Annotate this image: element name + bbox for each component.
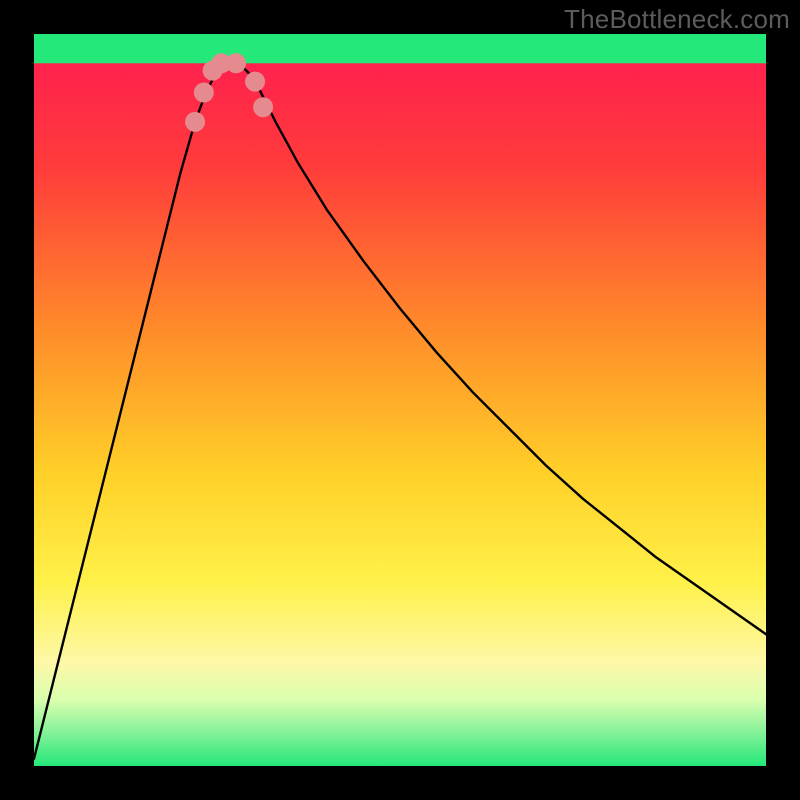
watermark-text: TheBottleneck.com: [564, 4, 790, 35]
chart-frame: TheBottleneck.com: [0, 0, 800, 800]
curve-marker: [245, 72, 265, 92]
curve-marker: [185, 112, 205, 132]
green-strip: [34, 34, 766, 63]
bottleneck-plot-svg: [34, 34, 766, 766]
curve-marker: [194, 83, 214, 103]
gradient-background: [34, 34, 766, 766]
curve-marker: [226, 53, 246, 73]
plot-area: [34, 34, 766, 766]
curve-marker: [253, 97, 273, 117]
